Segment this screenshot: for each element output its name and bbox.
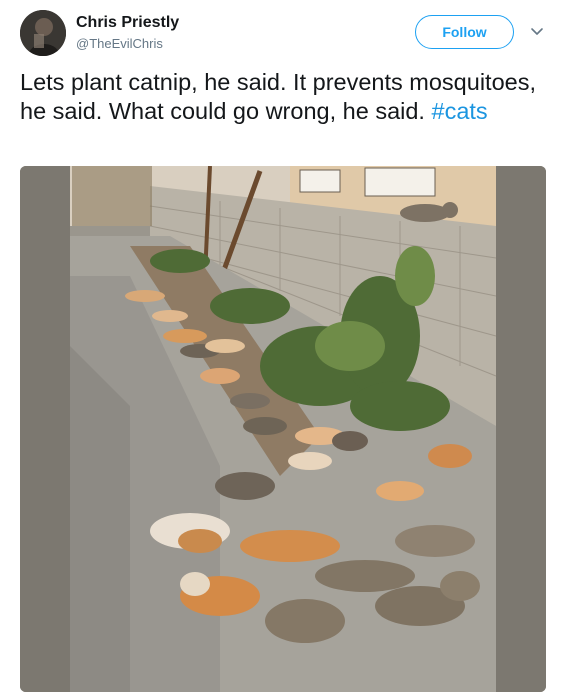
hashtag-link[interactable]: #cats bbox=[432, 98, 488, 124]
follow-button[interactable]: Follow bbox=[415, 15, 514, 49]
tweet-header: Chris Priestly @TheEvilChris Follow bbox=[0, 0, 571, 66]
chevron-down-icon[interactable] bbox=[528, 22, 546, 40]
tweet-text: Lets plant catnip, he said. It prevents … bbox=[20, 68, 550, 126]
avatar[interactable] bbox=[20, 10, 66, 56]
display-name[interactable]: Chris Priestly bbox=[76, 13, 179, 33]
tweet-photo[interactable] bbox=[20, 166, 546, 692]
user-names: Chris Priestly @TheEvilChris bbox=[76, 13, 179, 53]
user-handle[interactable]: @TheEvilChris bbox=[76, 35, 179, 53]
